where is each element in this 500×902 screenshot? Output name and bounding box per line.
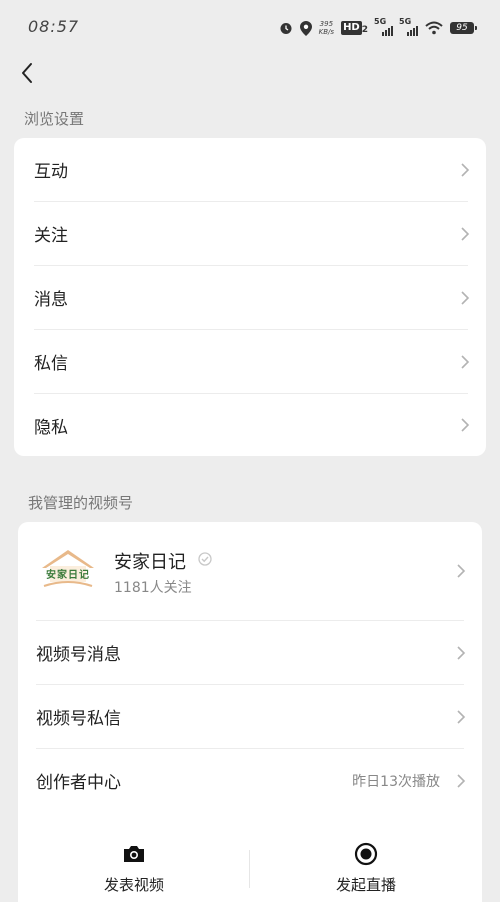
- camera-icon: [124, 846, 144, 862]
- chevron-right-icon: [461, 226, 470, 241]
- browse-settings-title: 浏览设置: [24, 110, 85, 128]
- chevron-right-icon: [461, 418, 470, 432]
- status-bar: 08:57 395 KB/s HD 2 5G 5G 95: [0, 0, 500, 56]
- settings-item-label: 关注: [34, 226, 68, 246]
- back-button[interactable]: [14, 60, 40, 86]
- settings-item-follow[interactable]: 关注: [14, 202, 486, 265]
- start-live-label: 发起直播: [335, 876, 396, 894]
- verified-check-icon: [198, 552, 212, 566]
- start-live-button[interactable]: 发起直播: [250, 812, 482, 894]
- live-record-icon: [354, 842, 378, 866]
- creator-center-item[interactable]: 创作者中心 昨日13次播放: [18, 749, 482, 812]
- status-time: 08:57: [28, 17, 80, 36]
- post-video-button[interactable]: 发表视频: [18, 812, 250, 894]
- channel-item-label: 视频号消息: [36, 645, 121, 665]
- chevron-right-icon: [461, 290, 470, 305]
- settings-item-messages[interactable]: 消息: [14, 266, 486, 329]
- creator-center-stats: 昨日13次播放: [352, 773, 440, 790]
- battery-icon: 95: [450, 22, 477, 34]
- settings-item-interaction[interactable]: 互动: [14, 138, 486, 201]
- status-icons: 395 KB/s HD 2 5G 5G 95: [279, 17, 477, 38]
- alarm-icon: [280, 23, 292, 34]
- avatar-text: 安家日记: [46, 570, 90, 581]
- channel-actions: 发表视频 发起直播: [18, 812, 482, 894]
- net-speed-unit: KB/s: [318, 28, 335, 36]
- settings-item-label: 消息: [34, 290, 68, 310]
- settings-item-label: 互动: [34, 162, 68, 182]
- chevron-right-icon: [457, 645, 466, 660]
- signal-1-label: 5G: [374, 17, 387, 26]
- wifi-icon: [425, 21, 443, 35]
- hd-label: HD: [341, 21, 362, 35]
- settings-item-label: 私信: [34, 354, 68, 374]
- channel-item-label: 创作者中心: [36, 773, 121, 793]
- post-video-label: 发表视频: [103, 876, 164, 894]
- channel-private-messages-item[interactable]: 视频号私信: [18, 685, 482, 748]
- chevron-right-icon: [457, 564, 466, 578]
- settings-item-label: 隐私: [34, 417, 68, 438]
- chevron-right-icon: [457, 709, 466, 724]
- location-icon: [299, 20, 312, 36]
- chevron-left-icon: [22, 63, 32, 83]
- settings-item-private-messages[interactable]: 私信: [14, 330, 486, 393]
- channel-item-label: 视频号私信: [36, 709, 121, 729]
- net-speed-value: 395: [319, 20, 334, 28]
- signal-icon-2: 5G: [399, 17, 418, 36]
- channel-messages-item[interactable]: 视频号消息: [18, 621, 482, 684]
- signal-icon-1: 5G: [374, 17, 393, 36]
- channels-title: 我管理的视频号: [28, 494, 134, 512]
- avatar: 安家日记: [38, 544, 98, 596]
- account-followers: 1181人关注: [114, 580, 192, 596]
- net-speed: 395 KB/s: [319, 20, 334, 36]
- signal-2-label: 5G: [399, 17, 412, 26]
- account-name: 安家日记: [114, 552, 186, 573]
- chevron-right-icon: [461, 354, 470, 369]
- chevron-right-icon: [461, 162, 470, 177]
- browse-settings-card: 互动 关注 消息 私信 隐私: [14, 138, 486, 456]
- hd-sub: 2: [361, 25, 368, 35]
- hd-indicator: HD 2: [341, 21, 368, 35]
- chevron-right-icon: [457, 773, 466, 788]
- channel-account-row[interactable]: 安家日记 安家日记 1181人关注: [18, 522, 482, 620]
- settings-item-privacy[interactable]: 隐私: [14, 394, 486, 456]
